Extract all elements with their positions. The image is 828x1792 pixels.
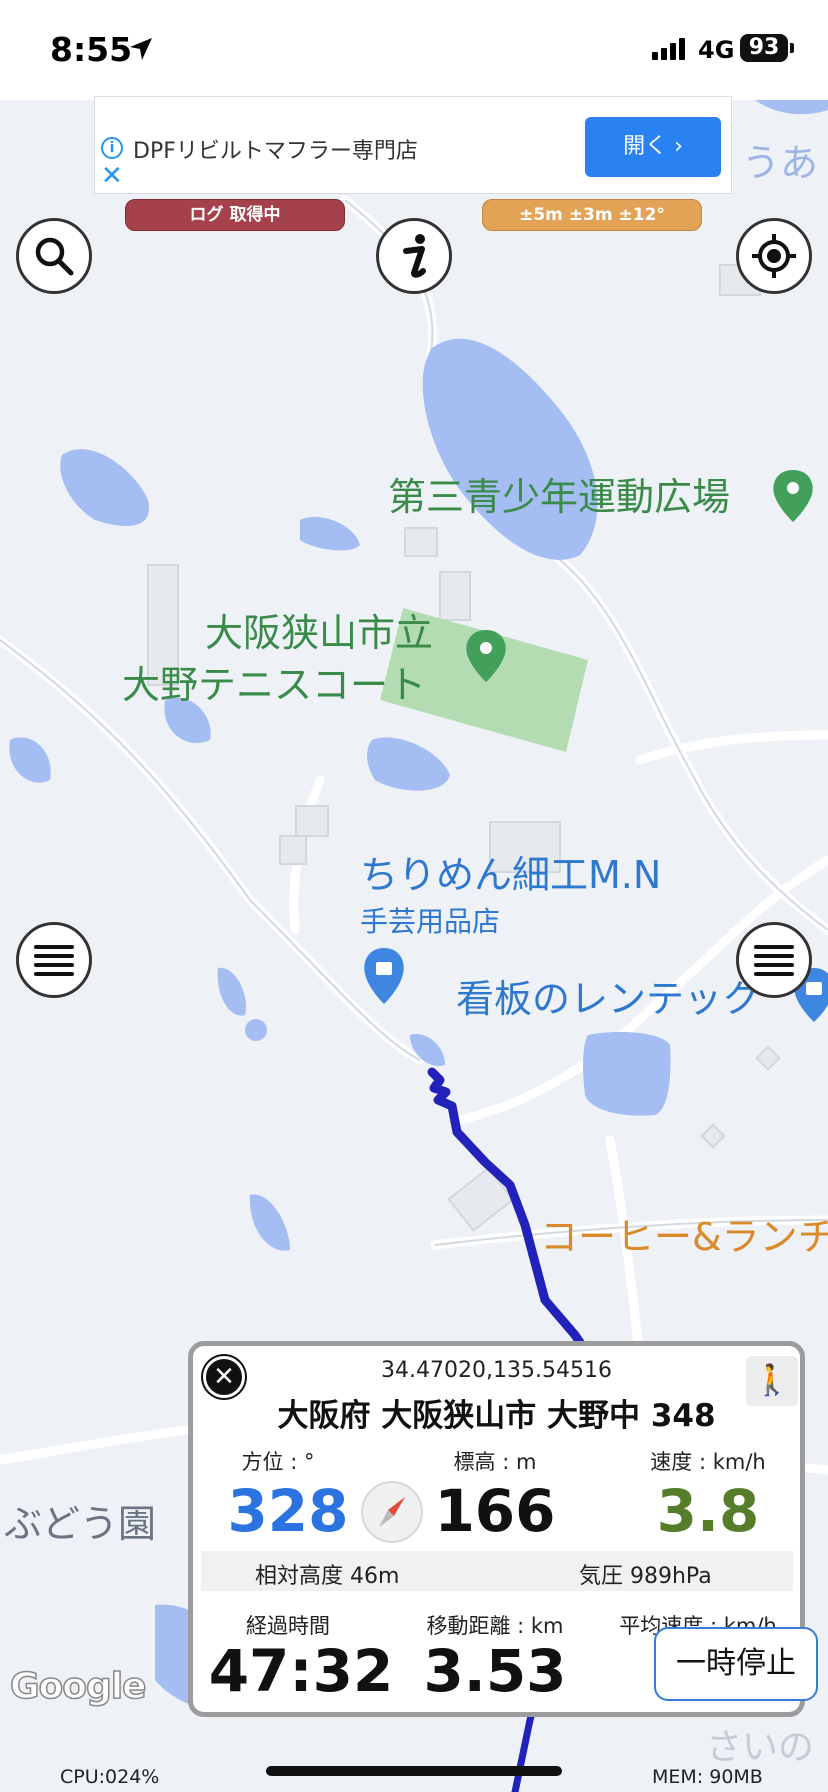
status-bar: 8:55 4G 93: [0, 0, 828, 100]
map-label-ua: うあ: [742, 141, 819, 185]
address: 大阪府 大阪狭山市 大野中 348: [277, 1398, 716, 1434]
memory-usage: MEM: 90MB: [652, 1766, 763, 1788]
pause-button[interactable]: 一時停止: [654, 1627, 818, 1701]
relative-altitude: 相対高度 46m: [255, 1564, 400, 1589]
compass-icon: [361, 1481, 423, 1543]
battery-icon: 93: [740, 34, 788, 62]
distance-value: 3.53: [423, 1637, 567, 1705]
map-label-tennis-line2: 大野テニスコート: [122, 663, 427, 707]
battery-tip: [790, 43, 794, 53]
map-label-tennis-line1: 大阪狭山市立: [205, 611, 434, 655]
elevation-value: 166: [434, 1477, 556, 1545]
info-button[interactable]: [376, 218, 452, 294]
menu-icon: [34, 945, 74, 976]
distance-label: 移動距離 : km: [426, 1614, 564, 1638]
menu-icon: [754, 945, 794, 976]
bearing-value: 328: [227, 1477, 349, 1545]
map-label-craft-shop: 手芸用品店: [360, 905, 501, 938]
accuracy-badge: ±5m ±3m ±12°: [482, 199, 702, 231]
ad-close-icon[interactable]: ✕: [101, 163, 123, 189]
current-location-button[interactable]: [736, 218, 812, 294]
map-label-grape: ぶどう園: [4, 1502, 157, 1546]
coordinates: 34.47020,135.54516: [381, 1358, 612, 1383]
pressure: 気圧 989hPa: [579, 1564, 712, 1589]
map-label-coffee: コーヒー&ランチ: [540, 1215, 828, 1259]
home-indicator[interactable]: [266, 1766, 562, 1776]
map-label-plaza: 第三青少年運動広場: [388, 475, 731, 519]
map-label-saino: さいの: [706, 1727, 815, 1768]
elevation-label: 標高 : m: [453, 1450, 537, 1474]
signal-icon: [652, 38, 685, 60]
cpu-usage: CPU:024%: [60, 1766, 160, 1788]
search-icon: [35, 237, 74, 276]
screen: 第三青少年運動広場 大阪狭山市立 大野テニスコート ちりめん細工M.N 手芸用品…: [0, 0, 828, 1792]
elapsed-label: 経過時間: [246, 1614, 330, 1638]
map-label-chirimen: ちりめん細工M.N: [360, 853, 662, 897]
left-menu-button[interactable]: [16, 922, 92, 998]
map-label-sign: 看板のレンテック: [456, 977, 761, 1021]
logging-status-badge: ログ 取得中: [125, 199, 345, 231]
speed-label: 速度 : km/h: [650, 1450, 766, 1474]
info-icon: [403, 234, 426, 278]
google-logo: Google: [9, 1665, 147, 1708]
network-type: 4G: [698, 36, 735, 64]
location-arrow-icon: [130, 38, 152, 60]
status-time: 8:55: [50, 30, 133, 69]
ad-open-button[interactable]: 開く ›: [585, 117, 721, 177]
search-button[interactable]: [16, 218, 92, 294]
right-menu-button[interactable]: [736, 922, 812, 998]
speed-value: 3.8: [656, 1477, 760, 1545]
crosshair-icon: [752, 234, 796, 278]
bearing-label: 方位 : °: [241, 1450, 315, 1474]
ad-info-icon[interactable]: i: [101, 137, 123, 159]
ad-title[interactable]: DPFリビルトマフラー専門店: [133, 133, 418, 165]
elapsed-value: 47:32: [208, 1637, 394, 1705]
ad-banner[interactable]: i DPFリビルトマフラー専門店 ✕ 開く ›: [94, 96, 732, 194]
